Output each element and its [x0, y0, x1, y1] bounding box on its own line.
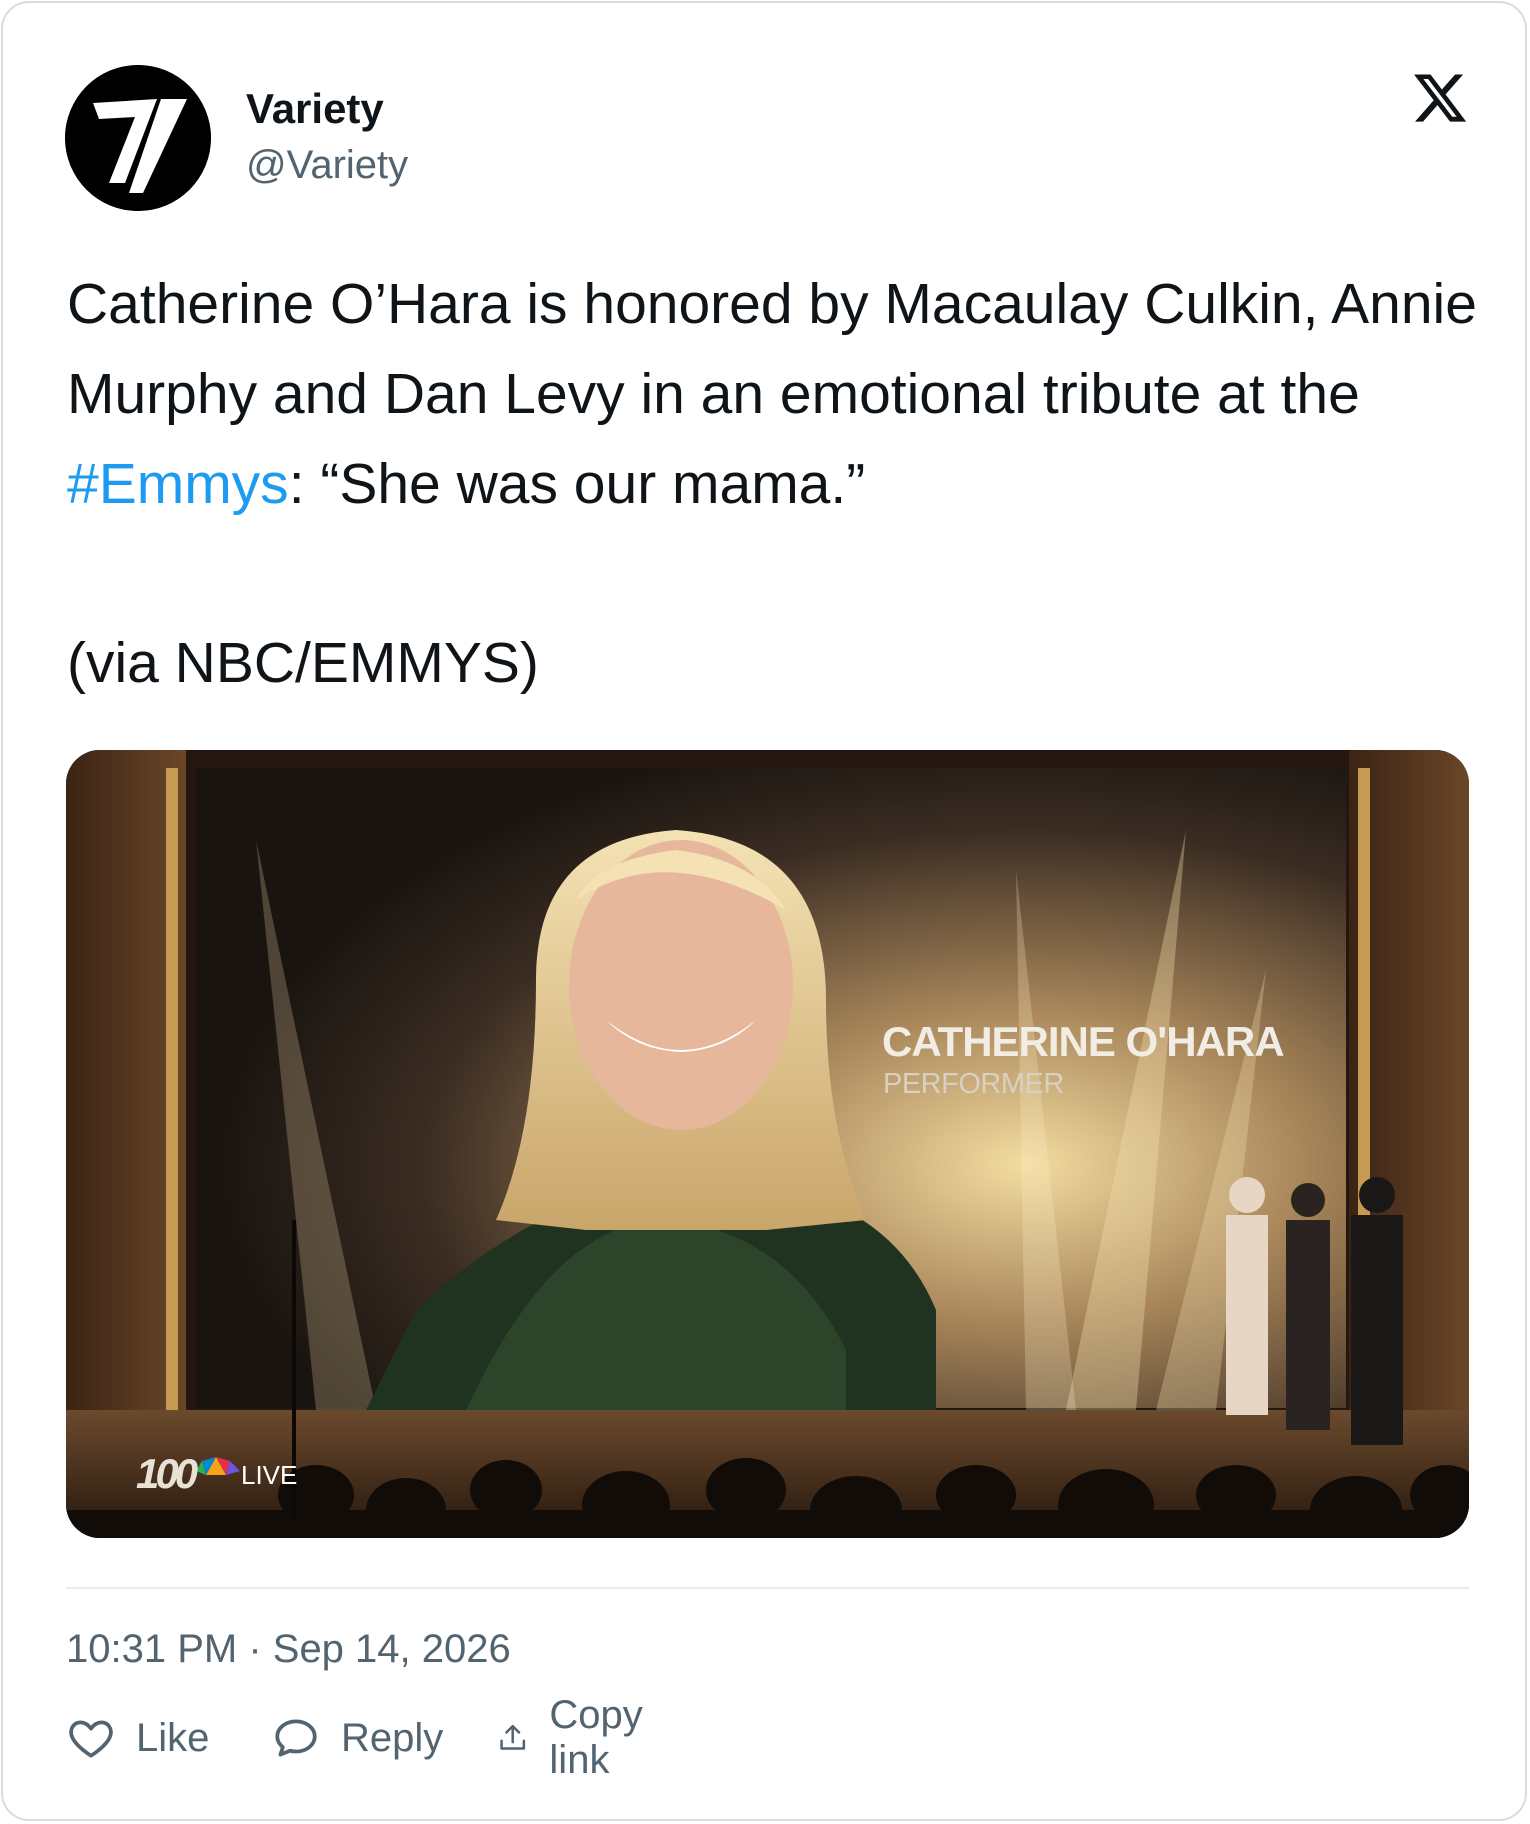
tweet-text-quote: : “She was our mama.” [288, 452, 866, 516]
broadcast-bug-number: 100 [136, 1450, 198, 1497]
copy-link-button[interactable]: Copy link [496, 1693, 659, 1782]
like-button[interactable]: Like [66, 1713, 209, 1763]
reply-label: Reply [341, 1715, 444, 1760]
tweet-card: Variety @Variety Catherine O’Hara is hon… [1, 1, 1527, 1821]
on-screen-name-caption: CATHERINE O'HARA [882, 1018, 1285, 1065]
author-display-name[interactable]: Variety [246, 85, 384, 133]
author-handle[interactable]: @Variety [246, 143, 408, 188]
divider [66, 1587, 1469, 1589]
reply-button[interactable]: Reply [271, 1713, 443, 1763]
like-label: Like [136, 1715, 210, 1760]
tweet-source-credit: (via NBC/EMMYS) [67, 631, 539, 695]
copy-link-label: Copy link [549, 1693, 643, 1782]
reply-bubble-icon [275, 1719, 317, 1757]
tweet-text: Catherine O’Hara is honored by Macaulay … [67, 259, 1487, 529]
x-logo-icon[interactable] [1411, 69, 1469, 127]
hashtag-link[interactable]: #Emmys [67, 452, 289, 516]
variety-v-logo-icon [65, 65, 211, 211]
on-screen-role-caption: PERFORMER [883, 1068, 1064, 1100]
broadcast-live-label: LIVE [241, 1460, 298, 1490]
tweet-timestamp[interactable]: 10:31 PM · Sep 14, 2026 [66, 1627, 511, 1672]
tweet-text-main: Catherine O’Hara is honored by Macaulay … [67, 272, 1493, 426]
stage-photo [66, 750, 1469, 1538]
heart-icon [69, 1720, 113, 1758]
share-upload-icon [500, 1724, 526, 1750]
author-avatar[interactable] [65, 65, 211, 211]
tweet-media-image[interactable]: CATHERINE O'HARA PERFORMER 100 LIVE [66, 750, 1469, 1538]
